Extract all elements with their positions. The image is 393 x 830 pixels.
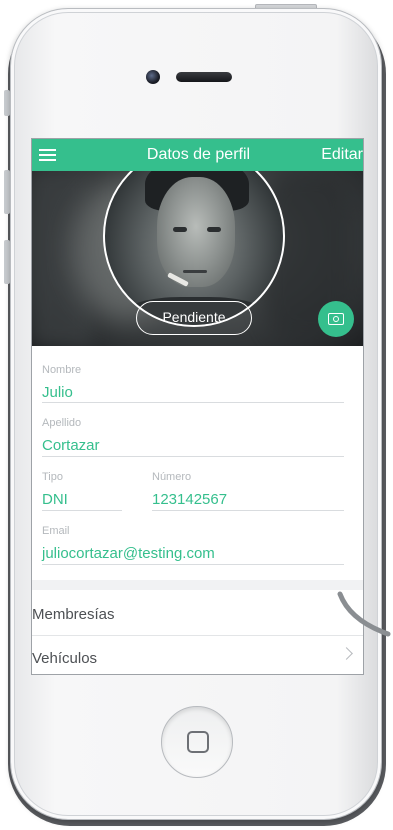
change-photo-button[interactable] bbox=[318, 301, 354, 337]
swipe-gesture-icon bbox=[337, 591, 391, 637]
earpiece-speaker bbox=[176, 72, 232, 82]
tipo-label: Tipo bbox=[42, 471, 63, 483]
list-item-label: Vehículos bbox=[32, 650, 98, 667]
tipo-field[interactable]: DNI bbox=[42, 491, 68, 508]
apellido-field[interactable]: Cortazar bbox=[42, 437, 100, 454]
list-item-label: Membresías bbox=[32, 606, 115, 623]
apellido-underline bbox=[42, 456, 344, 457]
edit-button[interactable]: Editar bbox=[321, 146, 363, 164]
status-badge[interactable]: Pendiente bbox=[136, 301, 252, 335]
navigation-bar: Datos de perfil Editar bbox=[32, 139, 363, 171]
email-label: Email bbox=[42, 525, 70, 537]
apellido-label: Apellido bbox=[42, 417, 82, 429]
camera-lens-icon bbox=[333, 316, 339, 322]
profile-form: Nombre Julio Apellido Cortazar Tipo DNI … bbox=[32, 346, 363, 586]
numero-underline bbox=[152, 510, 344, 511]
front-camera bbox=[146, 70, 160, 84]
section-divider bbox=[32, 580, 363, 590]
nombre-field[interactable]: Julio bbox=[42, 384, 73, 401]
list-item-vehiculos[interactable]: Vehículos bbox=[32, 636, 363, 674]
nombre-label: Nombre bbox=[42, 364, 82, 376]
avatar-eye bbox=[207, 227, 221, 232]
tipo-underline bbox=[42, 510, 122, 511]
list-item-membresias[interactable]: Membresías bbox=[32, 592, 363, 636]
numero-label: Número bbox=[152, 471, 192, 483]
device-frame: Datos de perfil Editar Pendiente Nombre … bbox=[0, 0, 393, 830]
avatar-eye bbox=[173, 227, 187, 232]
profile-header: Pendiente bbox=[32, 171, 363, 346]
numero-field[interactable]: 123142567 bbox=[152, 491, 227, 508]
home-square-icon bbox=[187, 731, 209, 753]
app-screen: Datos de perfil Editar Pendiente Nombre … bbox=[31, 138, 364, 675]
avatar-mouth bbox=[183, 270, 207, 273]
email-field[interactable]: juliocortazar@testing.com bbox=[42, 545, 215, 562]
page-title: Datos de perfil bbox=[146, 146, 251, 163]
nombre-underline bbox=[42, 402, 344, 403]
email-underline bbox=[42, 564, 344, 565]
